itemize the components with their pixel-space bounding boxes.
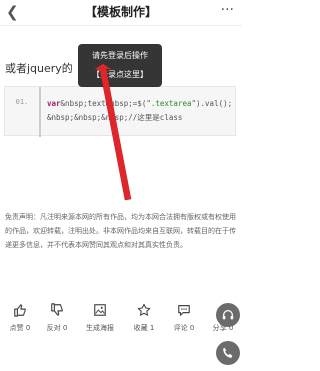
code-line: var&nbsp;text&nbsp;=$(".textarea").val()… (47, 97, 233, 125)
comment-count: 评论 0 (173, 324, 195, 332)
headset-icon (222, 310, 234, 320)
code-block: 01. var&nbsp;text&nbsp;=$(".textarea").v… (4, 86, 236, 137)
code-keyword: var (47, 99, 61, 108)
code-text-part1: &nbsp;text&nbsp;=$(" (60, 99, 151, 108)
like-count: 点赞 0 (9, 324, 31, 332)
phone-button[interactable] (216, 341, 240, 365)
generate-poster-label: 生成海报 (86, 324, 114, 332)
comment-button[interactable]: 评论 0 (164, 298, 204, 333)
login-prompt-text: 请先登录后操作 (92, 51, 148, 60)
page-title: 【模板制作】 (84, 5, 157, 19)
login-popup[interactable]: 请先登录后操作 【登录点这里】 (78, 44, 162, 87)
article-lead-text: 或者jquery的 (5, 62, 73, 75)
disclaimer-text: 免责声明：凡注明来源本网的所有作品，均为本网合法拥有版权或有权使用的作品，欢迎转… (5, 213, 236, 249)
dislike-button[interactable]: 反对 0 (37, 298, 77, 333)
favorite-button[interactable]: 收藏 1 (124, 298, 164, 333)
like-button[interactable]: 点赞 0 (0, 298, 40, 333)
comment-icon (178, 305, 190, 316)
favorite-count: 收藏 1 (133, 324, 155, 332)
action-bar: 点赞 0 反对 0 生成海报 收藏 1 评论 0 分享 0 (0, 298, 242, 348)
poster-image-icon (94, 304, 106, 316)
code-line-number: 01. (5, 87, 41, 137)
customer-service-button[interactable] (216, 303, 240, 327)
generate-poster-button[interactable]: 生成海报 (80, 298, 120, 333)
more-menu-button[interactable]: ··· (221, 2, 234, 18)
thumbs-up-icon (14, 304, 26, 317)
phone-icon (223, 347, 233, 358)
dislike-count: 反对 0 (46, 324, 68, 332)
login-link[interactable]: 【登录点这里】 (78, 69, 162, 80)
star-icon (137, 303, 151, 316)
code-string: .textarea (150, 99, 192, 108)
thumbs-down-icon (51, 303, 63, 316)
top-bar: ❮ 【模板制作】 ··· (0, 0, 242, 26)
